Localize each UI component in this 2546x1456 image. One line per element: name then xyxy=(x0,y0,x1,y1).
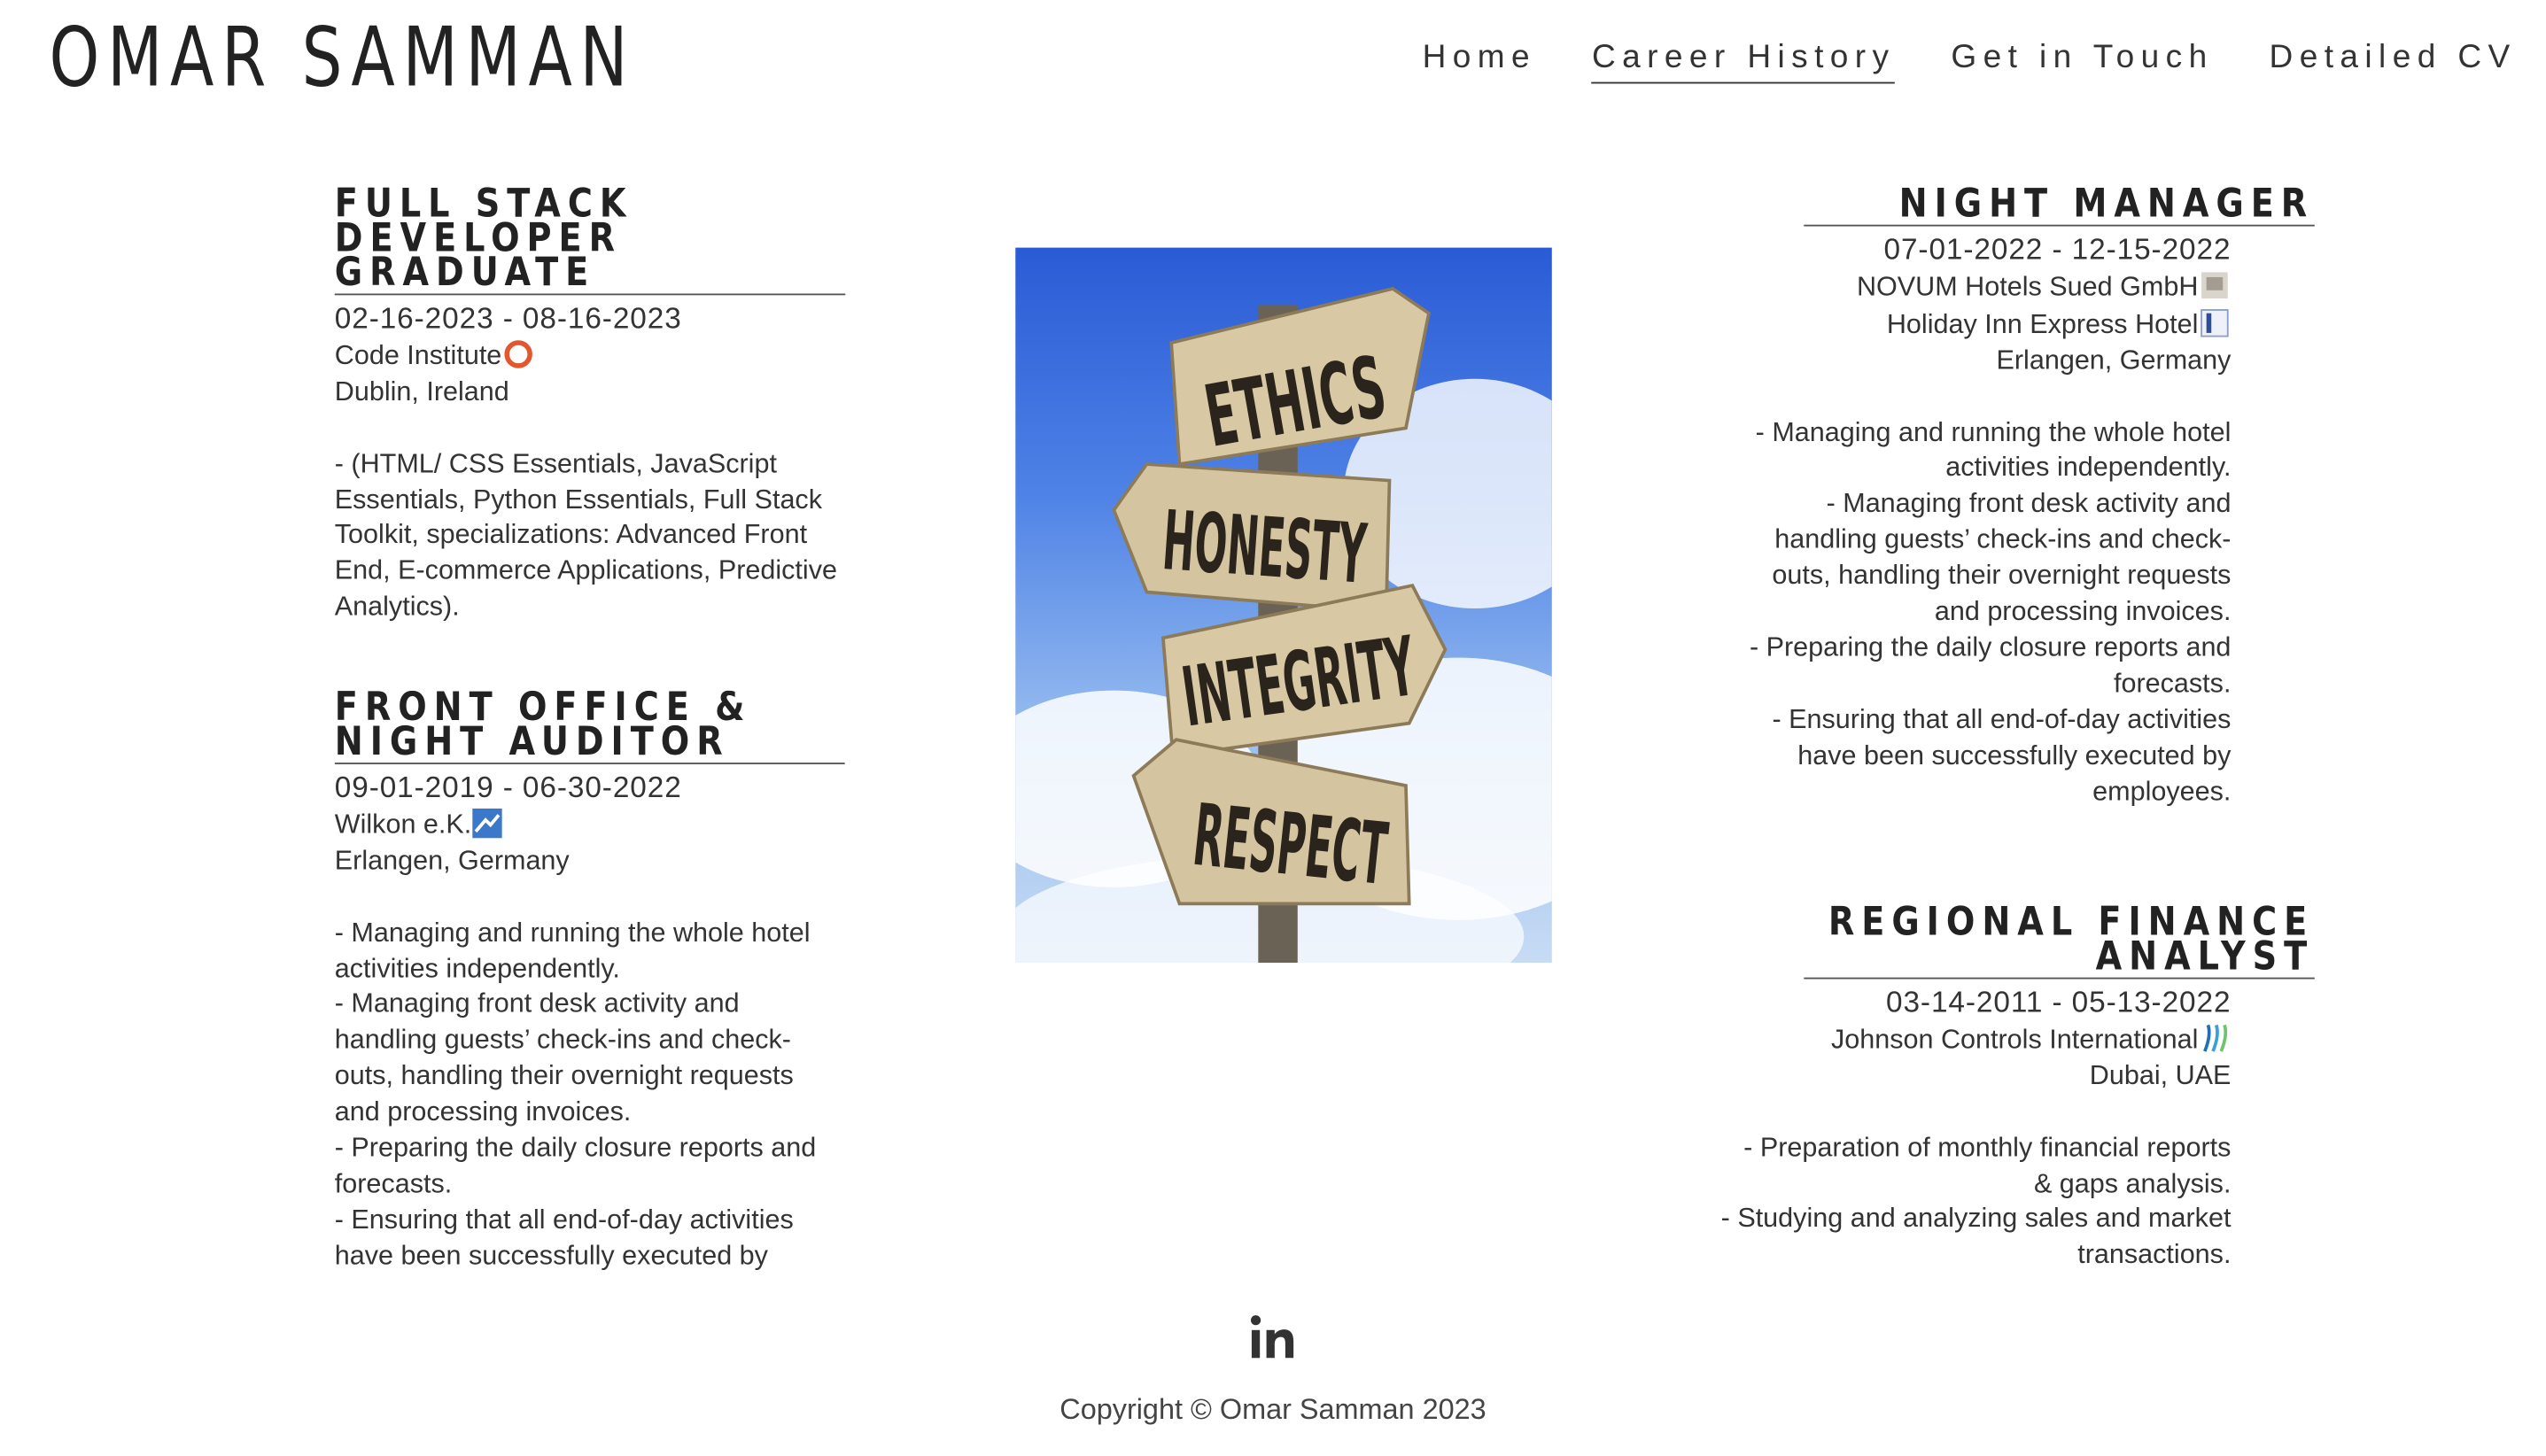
site-footer: Copyright © Omar Samman 2023 xyxy=(0,1312,2546,1427)
entry-company: Johnson Controls International xyxy=(1721,1021,2232,1058)
main-nav: Home Career History Get in Touch Detaile… xyxy=(1423,39,2517,84)
nav-detailed-cv[interactable]: Detailed CV xyxy=(2270,39,2517,83)
nav-career-history[interactable]: Career History xyxy=(1592,39,1896,84)
entry-title: FULL STACK DEVELOPER GRADUATE xyxy=(334,183,845,296)
signpost-illustration: ETHICS HONESTY INTEGRITY RESPECT xyxy=(1015,286,1552,964)
wilkon-logo-icon xyxy=(473,808,503,839)
entry-description: - Managing and running the whole hotel a… xyxy=(1721,415,2232,810)
description-line: - Managing and running the whole hotel a… xyxy=(1755,417,2232,484)
description-line: - Ensuring that all end-of-day activitie… xyxy=(334,1204,794,1271)
entry-title: REGIONAL FINANCE ANALYST xyxy=(1804,902,2315,980)
career-entry-full-stack: FULL STACK DEVELOPER GRADUATE 02-16-2023… xyxy=(334,183,845,627)
entry-description: - (HTML/ CSS Essentials, JavaScript Esse… xyxy=(335,447,845,627)
entry-location: Erlangen, Germany xyxy=(1996,345,2232,376)
nav-get-in-touch[interactable]: Get in Touch xyxy=(1951,39,2213,83)
company-name: Code Institute xyxy=(334,341,502,371)
linkedin-link[interactable] xyxy=(1248,1315,1298,1367)
description-line: - Managing and running the whole hotel a… xyxy=(334,918,811,984)
site-header: OMAR SAMMAN Home Career History Get in T… xyxy=(0,0,2546,148)
career-entry-night-manager: NIGHT MANAGER 07-01-2022 - 12-15-2022 NO… xyxy=(1721,183,2315,811)
entry-location: Erlangen, Germany xyxy=(334,846,570,876)
description-line: - (HTML/ CSS Essentials, JavaScript Esse… xyxy=(334,448,837,623)
nav-home[interactable]: Home xyxy=(1423,39,1536,83)
career-entry-regional-finance: REGIONAL FINANCE ANALYST 03-14-2011 - 05… xyxy=(1721,902,2315,1274)
code-institute-logo-icon xyxy=(504,340,532,368)
entry-company: Wilkon e.K. xyxy=(335,807,845,844)
entry-location: Dubai, UAE xyxy=(2089,1060,2232,1091)
description-line: - Studying and analyzing sales and marke… xyxy=(1720,1204,2232,1270)
entry-dates: 09-01-2019 - 06-30-2022 xyxy=(334,771,682,804)
values-signpost-image: ETHICS HONESTY INTEGRITY RESPECT xyxy=(1015,247,1552,964)
description-line: - Preparing the daily closure reports an… xyxy=(1749,632,2232,699)
entry-company: Holiday Inn Express Hotel xyxy=(1721,306,2232,344)
company-name: Johnson Controls International xyxy=(1830,1025,2199,1055)
entry-title: NIGHT MANAGER xyxy=(1804,183,2315,227)
sign-respect: RESPECT xyxy=(1189,786,1392,904)
description-line: - Preparation of monthly financial repor… xyxy=(1743,1132,2232,1198)
company-name: Holiday Inn Express Hotel xyxy=(1886,309,2199,339)
company-name: NOVUM Hotels Sued GmbH xyxy=(1856,272,2199,302)
description-line: - Ensuring that all end-of-day activitie… xyxy=(1772,704,2232,807)
johnson-controls-logo-icon xyxy=(2203,1024,2228,1052)
entry-dates: 07-01-2022 - 12-15-2022 xyxy=(1883,232,2232,266)
entry-location: Dublin, Ireland xyxy=(334,376,509,407)
linkedin-icon xyxy=(1250,1315,1294,1359)
description-line: - Managing front desk activity and handl… xyxy=(1772,489,2232,627)
page: OMAR SAMMAN Home Career History Get in T… xyxy=(0,0,2546,1456)
entry-description: - Preparation of monthly financial repor… xyxy=(1721,1131,2232,1274)
entry-company: NOVUM Hotels Sued GmbH xyxy=(1721,269,2232,306)
sign-honesty: HONESTY xyxy=(1160,492,1370,602)
site-brand[interactable]: OMAR SAMMAN xyxy=(50,10,636,105)
description-line: - Preparing the daily closure reports an… xyxy=(334,1133,817,1199)
company-name: Wilkon e.K. xyxy=(334,809,472,840)
entry-title: FRONT OFFICE & NIGHT AUDITOR xyxy=(334,691,845,764)
novum-logo-icon xyxy=(2201,272,2228,298)
entry-company: Code Institute xyxy=(335,337,845,375)
career-entry-front-office: FRONT OFFICE & NIGHT AUDITOR 09-01-2019 … xyxy=(334,691,845,1278)
entry-dates: 02-16-2023 - 08-16-2023 xyxy=(334,301,682,335)
holiday-inn-express-logo-icon xyxy=(2201,308,2229,337)
entry-description: - Managing and running the whole hotel a… xyxy=(335,916,845,1275)
copyright-text: Copyright © Omar Samman 2023 xyxy=(1060,1392,1486,1426)
entry-dates: 03-14-2011 - 05-13-2022 xyxy=(1885,985,2232,1018)
description-line: - Managing front desk activity and handl… xyxy=(334,989,794,1127)
